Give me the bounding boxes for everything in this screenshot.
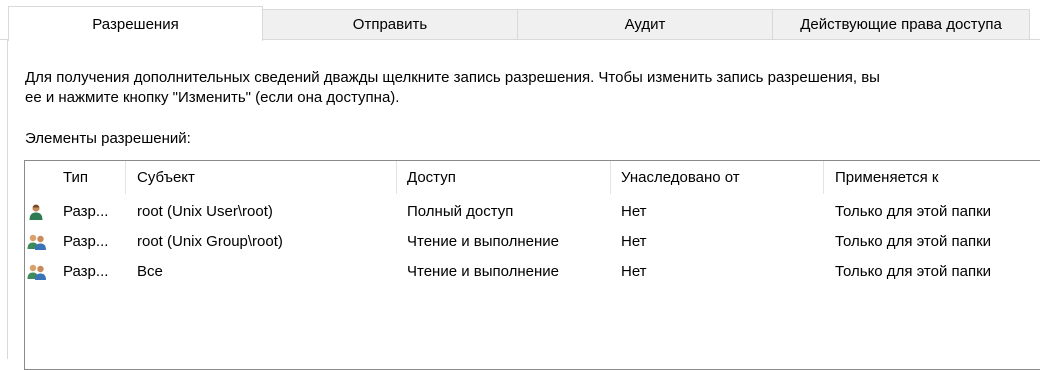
cell-subject: root (Unix User\root): [137, 203, 273, 220]
group-users-icon: [27, 233, 46, 251]
cell-type: Разр...: [63, 263, 109, 280]
permission-entries-label: Элементы разрешений:: [25, 130, 191, 147]
tab-label: Отправить: [352, 16, 428, 33]
table-row[interactable]: Разр... root (Unix User\root) Полный дос…: [25, 197, 1040, 227]
cell-subject: Все: [137, 263, 163, 280]
table-row[interactable]: Разр... root (Unix Group\root) Чтение и …: [25, 227, 1040, 257]
cell-access: Полный доступ: [407, 203, 514, 220]
single-user-icon: [27, 203, 45, 221]
cell-subject: root (Unix Group\root): [137, 233, 283, 250]
column-header-type[interactable]: Тип: [63, 161, 88, 194]
column-separator[interactable]: [823, 161, 824, 194]
column-separator[interactable]: [125, 161, 126, 194]
tab-effective-access[interactable]: Действующие права доступа: [772, 9, 1030, 39]
cell-applies-to: Только для этой папки: [835, 203, 992, 220]
cell-applies-to: Только для этой папки: [835, 263, 992, 280]
description-line-2: ее и нажмите кнопку "Изменить" (если она…: [25, 89, 400, 106]
permission-entries-list[interactable]: Тип Субъект Доступ Унаследовано от Приме…: [24, 160, 1040, 370]
column-separator[interactable]: [396, 161, 397, 194]
group-users-icon: [27, 263, 46, 281]
tab-permissions[interactable]: Разрешения: [8, 6, 263, 41]
description-text: Для получения дополнительных сведений дв…: [25, 68, 1040, 108]
cell-inherited-from: Нет: [621, 203, 647, 220]
cell-access: Чтение и выполнение: [407, 233, 560, 250]
list-header: Тип Субъект Доступ Унаследовано от Приме…: [25, 161, 1040, 194]
column-separator[interactable]: [610, 161, 611, 194]
tab-audit[interactable]: Аудит: [517, 9, 773, 39]
cell-type: Разр...: [63, 233, 109, 250]
description-line-1: Для получения дополнительных сведений дв…: [25, 69, 880, 86]
table-row[interactable]: Разр... Все Чтение и выполнение Нет Толь…: [25, 257, 1040, 287]
tab-strip: Разрешения Отправить Аудит Действующие п…: [0, 0, 1040, 41]
tab-label: Действующие права доступа: [800, 16, 1002, 33]
column-header-subject[interactable]: Субъект: [137, 161, 195, 194]
cell-inherited-from: Нет: [621, 233, 647, 250]
cell-applies-to: Только для этой папки: [835, 233, 992, 250]
column-header-applies-to[interactable]: Применяется к: [835, 161, 938, 194]
column-header-access[interactable]: Доступ: [407, 161, 456, 194]
column-header-inherited-from[interactable]: Унаследовано от: [621, 161, 740, 194]
tab-label: Разрешения: [92, 15, 179, 33]
cell-type: Разр...: [63, 203, 109, 220]
tab-send[interactable]: Отправить: [262, 9, 518, 39]
cell-access: Чтение и выполнение: [407, 263, 560, 280]
cell-inherited-from: Нет: [621, 263, 647, 280]
tab-label: Аудит: [624, 16, 666, 33]
panel-left-border: [7, 39, 8, 359]
